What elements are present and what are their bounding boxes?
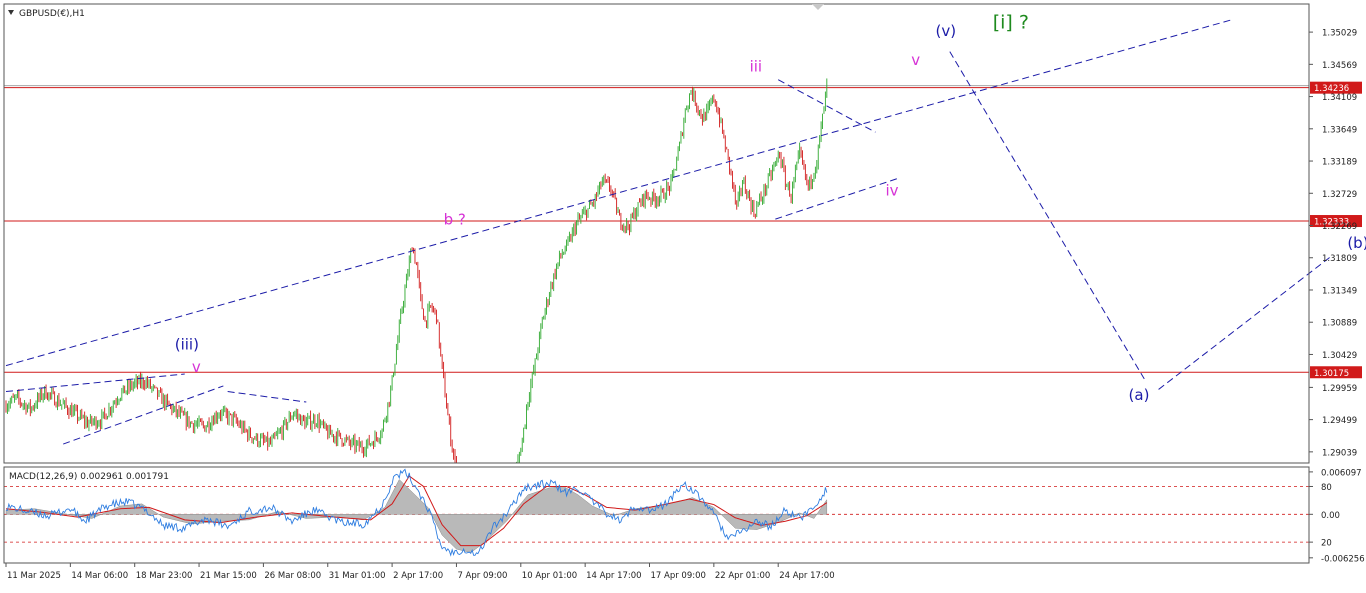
price-tick-label: 1.34569 [1322,61,1357,71]
macd-tick-label: -0.006256 [1321,554,1365,564]
chart-window[interactable]: 1.34236 1.32333 1.30175 1.35029 1.34569 1.341… [0,0,1366,588]
macd-tick-label: 0.006097 [1321,468,1362,478]
time-tick-label: 31 Mar 01:00 [329,571,386,581]
time-tick-label: 2 Apr 17:00 [393,571,443,581]
level-tag-text: 1.30175 [1314,369,1349,379]
time-tick-label: 7 Apr 09:00 [457,571,507,581]
chart-title: GBPUSD(€),H1 [19,9,85,19]
macd-tick-label: 20 [1321,539,1332,549]
time-tick-label: 22 Apr 01:00 [715,571,770,581]
time-tick-label: 10 Apr 01:00 [522,571,577,581]
wave-label: (iii) [175,335,199,353]
time-tick-label: 21 Mar 15:00 [200,571,257,581]
price-tick-label: 1.33189 [1322,158,1357,168]
wave-label: v [911,51,920,69]
wave-label: iii [750,57,763,75]
price-tick-label: 1.29039 [1322,448,1357,458]
time-tick-label: 17 Apr 09:00 [651,571,706,581]
price-tick-label: 1.29959 [1322,384,1357,394]
price-tick-label: 1.29499 [1322,416,1357,426]
price-tick-label: 1.30429 [1322,351,1357,361]
time-tick-label: 14 Mar 06:00 [71,571,128,581]
wave-label: b ? [444,211,466,229]
time-tick-label: 18 Mar 23:00 [136,571,193,581]
time-tick-label: 26 Mar 08:00 [264,571,321,581]
price-tick-label: 1.33649 [1322,125,1357,135]
price-tick-label: 1.35029 [1322,29,1357,39]
price-tick-label: 1.30889 [1322,319,1357,329]
wave-label: [i] ? [993,12,1029,34]
price-tick-label: 1.34109 [1322,93,1357,103]
price-tick-label: 1.31809 [1322,254,1357,264]
macd-tick-label: 0.00 [1321,511,1340,521]
wave-label: (a) [1129,386,1150,404]
wave-label: (v) [936,22,957,40]
chart-canvas[interactable]: 1.342361.323331.301751.350291.345691.341… [0,0,1366,588]
wave-label: v [192,358,201,376]
price-tick-label: 1.31349 [1322,286,1357,296]
wave-label: iv [885,181,898,199]
macd-tick-label: 80 [1321,483,1332,493]
price-tick-label: 1.32729 [1322,190,1357,200]
time-tick-label: 14 Apr 17:00 [586,571,641,581]
level-price-tag: 1.30175 [1310,366,1362,379]
price-tick-label: 1.32269 [1322,222,1357,232]
time-tick-label: 24 Apr 17:00 [779,571,834,581]
wave-label: (b) [1347,234,1366,252]
time-tick-label: 11 Mar 2025 [7,571,61,581]
macd-title: MACD(12,26,9) 0.002961 0.001791 [9,472,169,482]
